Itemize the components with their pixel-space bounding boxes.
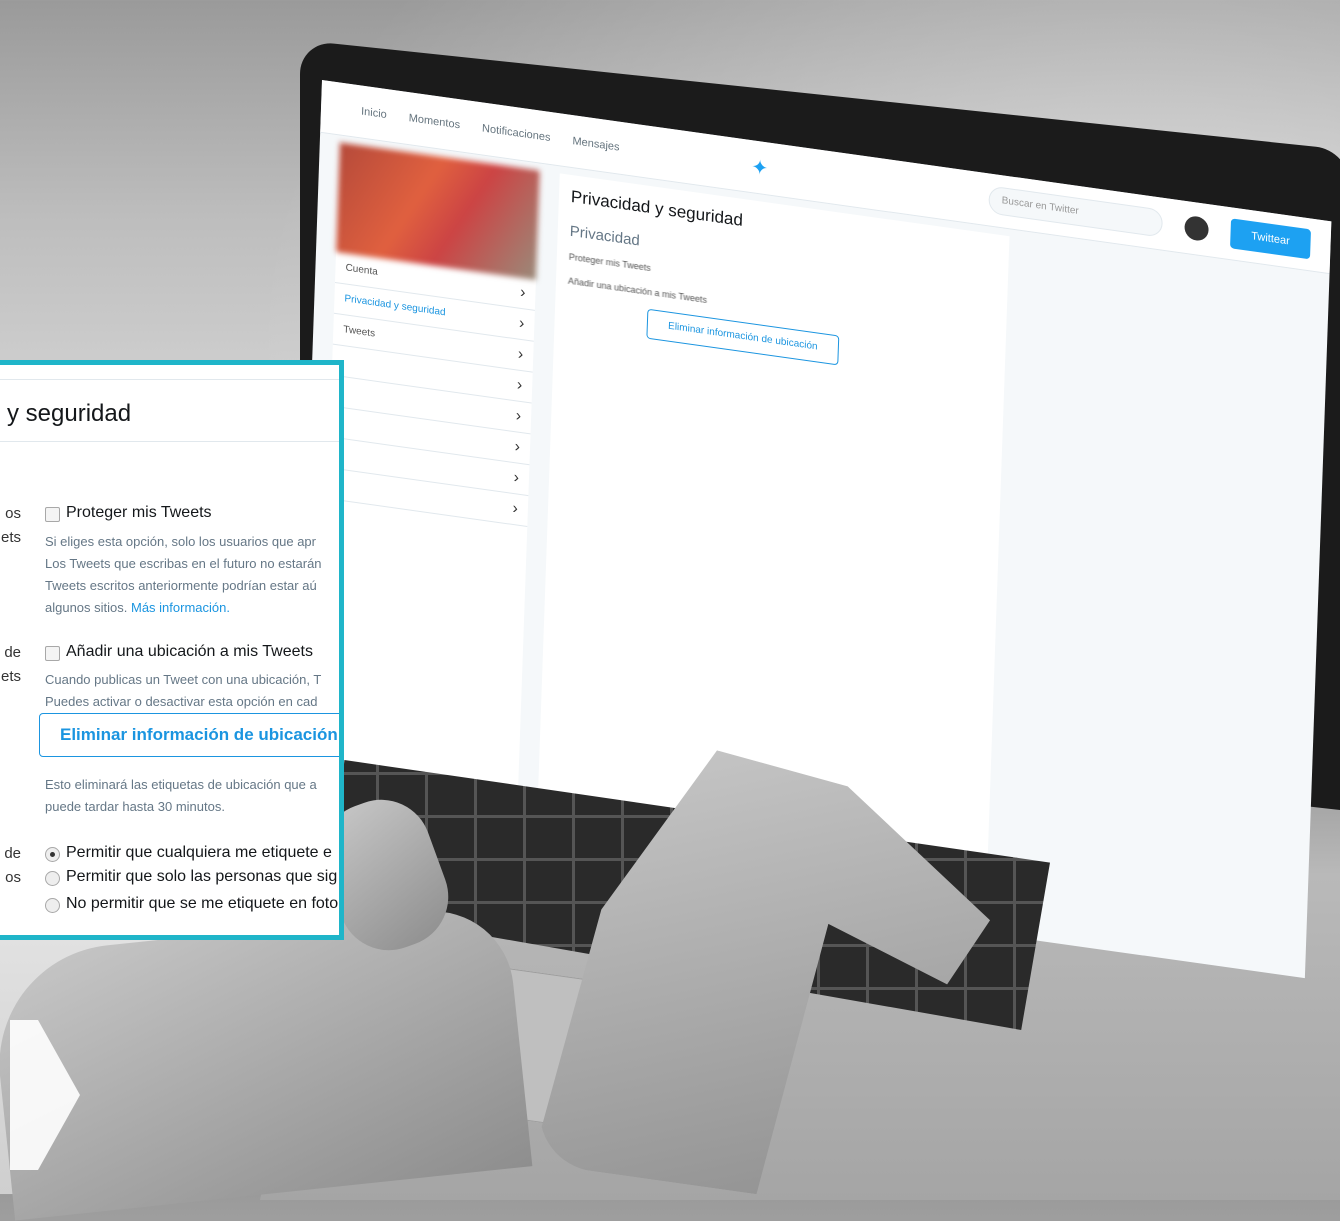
delete-location-button[interactable]: Eliminar información de ubicación bbox=[39, 713, 339, 757]
screen-sidebar: Cuenta Privacidad y seguridad Tweets bbox=[317, 142, 540, 808]
photo-tag-radio-anyone[interactable] bbox=[45, 847, 60, 862]
divider bbox=[0, 441, 339, 442]
more-info-link[interactable]: Más información. bbox=[131, 600, 230, 615]
photo-tag-option-anyone: Permitir que cualquiera me etiquete e bbox=[66, 844, 332, 861]
nav-moments[interactable]: Momentos bbox=[409, 112, 461, 131]
protect-help-2: Los Tweets que escribas en el futuro no … bbox=[45, 556, 322, 571]
protect-help-1: Si eliges esta opción, solo los usuarios… bbox=[45, 534, 316, 549]
protect-tweets-label: Proteger mis Tweets bbox=[66, 504, 212, 521]
divider bbox=[0, 379, 339, 380]
tweet-button[interactable]: Twittear bbox=[1230, 218, 1312, 260]
protect-help-3: Tweets escritos anteriormente podrían es… bbox=[45, 578, 317, 593]
photo-tag-radio-none[interactable] bbox=[45, 898, 60, 913]
protect-help-4: algunos sitios. Más información. bbox=[45, 597, 230, 618]
screen-search-input[interactable]: Buscar en Twitter bbox=[988, 185, 1164, 238]
nav-home[interactable]: Inicio bbox=[361, 106, 387, 122]
privacy-label-line1: os bbox=[5, 505, 21, 522]
add-location-checkbox[interactable] bbox=[45, 646, 60, 661]
protect-help-4-text: algunos sitios. bbox=[45, 600, 131, 615]
page-title: y seguridad bbox=[7, 400, 132, 427]
location-label-line2: ets bbox=[0, 668, 21, 685]
twitter-bird-icon: ✦ bbox=[751, 155, 769, 180]
nav-messages[interactable]: Mensajes bbox=[572, 135, 619, 154]
photo-label-line1: de bbox=[4, 845, 21, 862]
photo-tag-radio-following[interactable] bbox=[45, 871, 60, 886]
avatar[interactable] bbox=[1184, 214, 1209, 243]
zoom-callout: y seguridad os ets Proteger mis Tweets S… bbox=[0, 360, 344, 940]
photo-label-line2: os bbox=[5, 869, 21, 886]
photo-tag-option-following: Permitir que solo las personas que sig bbox=[66, 868, 338, 885]
photo-tag-option-none: No permitir que se me etiquete en foto bbox=[66, 895, 339, 912]
protect-tweets-checkbox[interactable] bbox=[45, 507, 60, 522]
location-label-line1: de bbox=[4, 644, 21, 661]
location-note-1: Esto eliminará las etiquetas de ubicació… bbox=[45, 777, 317, 792]
add-location-label: Añadir una ubicación a mis Tweets bbox=[66, 643, 313, 660]
location-help-2: Puedes activar o desactivar esta opción … bbox=[45, 694, 318, 709]
privacy-label-line2: ets bbox=[0, 529, 21, 546]
nav-notifications[interactable]: Notificaciones bbox=[482, 122, 551, 144]
location-help-1: Cuando publicas un Tweet con una ubicaci… bbox=[45, 672, 322, 687]
location-note-2: puede tardar hasta 30 minutos. bbox=[45, 799, 225, 814]
left-hand bbox=[0, 903, 533, 1221]
